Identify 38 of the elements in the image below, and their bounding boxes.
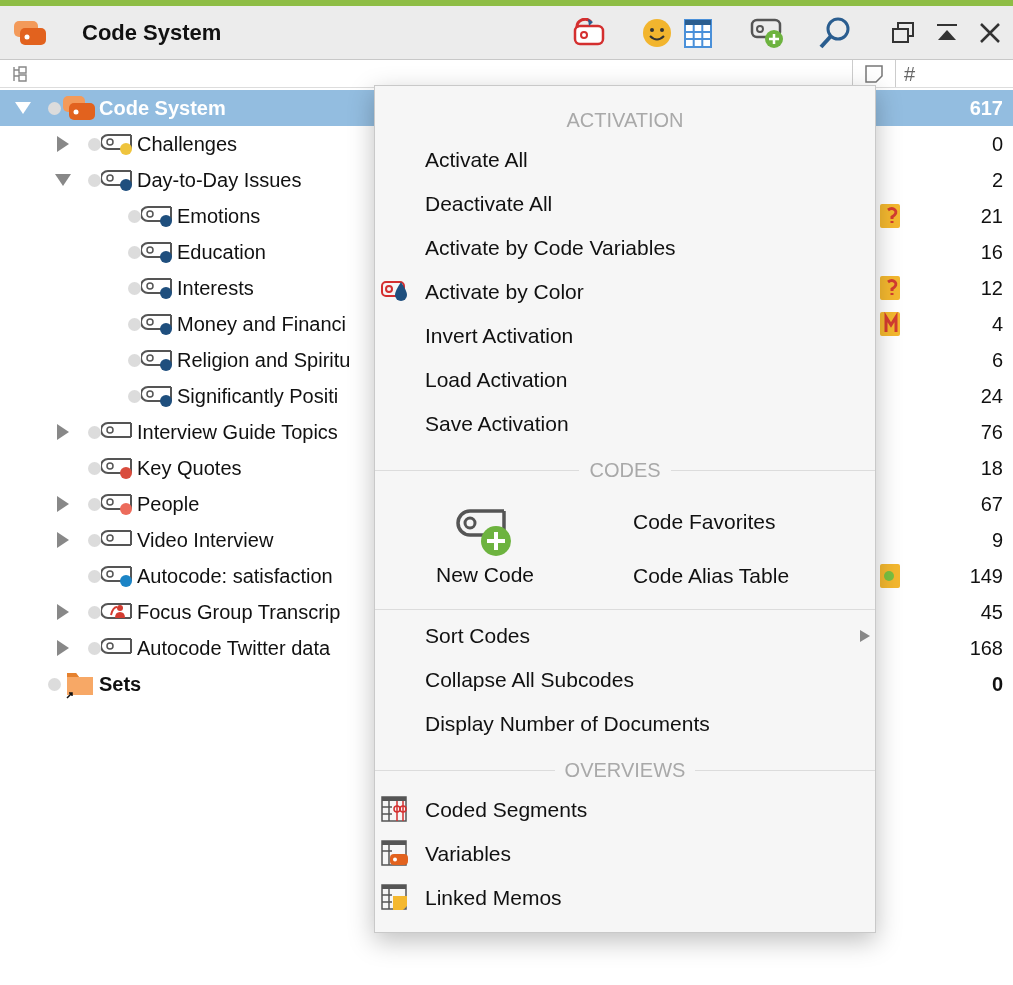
- code-label: Focus Group Transcrip: [137, 600, 341, 625]
- code-label: People: [137, 492, 200, 517]
- coded-count: 168: [968, 636, 1004, 661]
- code-label: Emotions: [177, 204, 261, 229]
- coded-count: 45: [979, 600, 1004, 625]
- coded-count: 24: [979, 384, 1004, 409]
- code-label: Code System: [99, 96, 226, 121]
- coded-count: 617: [968, 96, 1004, 121]
- code-label: Autocode: satisfaction: [137, 564, 333, 589]
- coded-count: 12: [979, 276, 1004, 301]
- menu-section-header: OVERVIEWS: [564, 758, 686, 783]
- code-label: Money and Financi: [177, 312, 346, 337]
- code-label: Day-to-Day Issues: [137, 168, 302, 193]
- coded-count: 0: [990, 672, 1004, 697]
- coded-count: 149: [968, 564, 1004, 589]
- code-label: Sets: [99, 672, 142, 697]
- coded-count: 76: [979, 420, 1004, 445]
- code-label: Autocode Twitter data: [137, 636, 331, 661]
- coded-count: 67: [979, 492, 1004, 517]
- code-label: Education: [177, 240, 266, 265]
- coded-count: 6: [990, 348, 1004, 373]
- window-title: Code System: [82, 19, 222, 47]
- coded-count: 9: [990, 528, 1004, 553]
- coded-count: 21: [979, 204, 1004, 229]
- code-label: Interests: [177, 276, 254, 301]
- code-label: Significantly Positi: [177, 384, 339, 409]
- coded-count: 18: [979, 456, 1004, 481]
- code-label: Key Quotes: [137, 456, 242, 481]
- menu-section-header: CODES: [589, 458, 661, 483]
- code-label: Interview Guide Topics: [137, 420, 338, 445]
- coded-count: 0: [990, 132, 1004, 157]
- coded-count: 16: [979, 240, 1004, 265]
- coded-count: 4: [990, 312, 1004, 337]
- menu-section-header: ACTIVATION: [566, 108, 684, 133]
- code-label: Religion and Spiritu: [177, 348, 351, 373]
- code-label: Challenges: [137, 132, 238, 157]
- coded-count: 2: [990, 168, 1004, 193]
- code-label: Video Interview: [137, 528, 274, 553]
